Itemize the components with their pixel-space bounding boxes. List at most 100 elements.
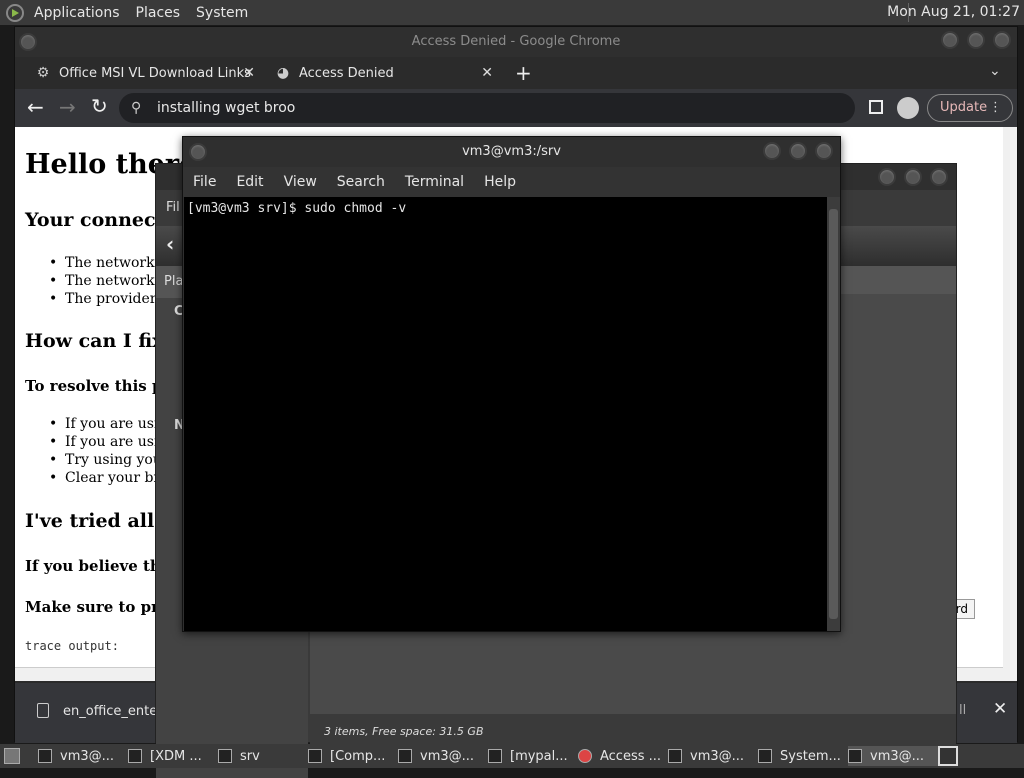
terminal-icon <box>38 749 52 763</box>
window-menu-button[interactable] <box>19 33 37 51</box>
believe-text: If you believe tha <box>25 557 171 575</box>
menu-help[interactable]: Help <box>474 174 526 190</box>
search-icon: ⚲ <box>131 100 142 116</box>
incognito-icon: ◕ <box>276 65 290 81</box>
menu-view[interactable]: View <box>274 174 327 190</box>
tab-office-msi[interactable]: ⚙ Office MSI VL Download Links ✕ <box>35 57 255 89</box>
clock[interactable]: Mon Aug 21, 01:27 <box>887 4 1020 20</box>
chrome-icon <box>578 749 592 763</box>
menu-file[interactable]: File <box>183 174 226 190</box>
tab-search-chevron-icon[interactable]: ⌄ <box>989 63 1001 79</box>
taskbar-item[interactable]: [mypal... <box>488 746 578 766</box>
fix-heading: How can I fix <box>25 330 164 352</box>
places-menu[interactable]: Places <box>128 5 189 21</box>
terminal-title: vm3@vm3:/srv <box>183 137 840 167</box>
list-item: Try using your <box>49 452 168 468</box>
folder-icon <box>218 749 232 763</box>
taskbar-label: [mypal... <box>510 748 568 764</box>
show-desktop-icon[interactable] <box>4 748 20 764</box>
list-item: The network y <box>49 273 167 289</box>
connect-heading: Your connect <box>25 209 165 231</box>
back-icon[interactable]: ‹ <box>166 232 174 256</box>
taskbar-item[interactable]: [Comp... <box>308 746 398 766</box>
tab-access-denied[interactable]: ◕ Access Denied ✕ <box>275 57 493 89</box>
mate-logo-icon[interactable] <box>6 3 24 22</box>
close-tab-icon[interactable]: ✕ <box>481 65 493 81</box>
fm-statusbar: 3 items, Free space: 31.5 GB <box>310 720 956 744</box>
xdm-icon <box>128 749 142 763</box>
taskbar-item[interactable]: System... <box>758 746 848 766</box>
back-icon[interactable]: ← <box>27 95 44 119</box>
toolbar: ← → ↻ ⚲ installing wget broo Update ⋮ <box>15 89 1017 127</box>
forward-icon[interactable]: → <box>59 95 76 119</box>
more-menu-icon[interactable]: ⋮ <box>989 95 1002 121</box>
terminal-scrollbar[interactable] <box>827 197 840 631</box>
list-item: The provider c <box>49 291 169 307</box>
sure-text: Make sure to pro <box>25 598 170 616</box>
fm-close-button[interactable] <box>930 168 948 186</box>
fm-maximize-button[interactable] <box>904 168 922 186</box>
taskbar-item[interactable]: Access ... <box>578 746 668 766</box>
tab-label: Office MSI VL Download Links <box>59 65 251 81</box>
terminal-icon <box>398 749 412 763</box>
maximize-button[interactable] <box>967 31 985 49</box>
scrollbar-thumb[interactable] <box>829 209 838 619</box>
close-tab-icon[interactable]: ✕ <box>243 65 255 81</box>
fm-menu[interactable]: Fil <box>166 200 180 215</box>
page-vertical-scrollbar[interactable] <box>1003 127 1017 681</box>
close-button[interactable] <box>993 31 1011 49</box>
show-all-button[interactable]: ll <box>959 703 966 718</box>
taskbar-item[interactable]: vm3@... <box>38 746 128 766</box>
taskbar-item[interactable]: vm3@... <box>398 746 488 766</box>
terminal-icon <box>668 749 682 763</box>
omnibox-text: installing wget broo <box>157 100 296 116</box>
workspace-switcher[interactable] <box>938 746 958 766</box>
chrome-title: Access Denied - Google Chrome <box>15 27 1017 57</box>
folder-icon <box>308 749 322 763</box>
terminal-window: vm3@vm3:/srv File Edit View Search Termi… <box>182 136 841 632</box>
applications-menu[interactable]: Applications <box>26 5 128 21</box>
terminal-minimize-button[interactable] <box>763 142 781 160</box>
terminal-maximize-button[interactable] <box>789 142 807 160</box>
terminal-body[interactable]: [vm3@vm3 srv]$ sudo chmod -v <box>184 197 827 631</box>
top-panel: Applications Places System Mon Aug 21, 0… <box>0 0 1024 25</box>
menu-edit[interactable]: Edit <box>226 174 273 190</box>
menu-search[interactable]: Search <box>327 174 395 190</box>
list-item: If you are usin <box>49 434 168 450</box>
places-label: Pla <box>164 274 184 289</box>
system-menu[interactable]: System <box>188 5 256 21</box>
terminal-close-button[interactable] <box>815 142 833 160</box>
minimize-button[interactable] <box>941 31 959 49</box>
new-tab-icon[interactable]: + <box>515 61 532 85</box>
taskbar-label: Access ... <box>600 748 662 764</box>
omnibox[interactable]: ⚲ installing wget broo <box>119 93 855 123</box>
taskbar-label: [Comp... <box>330 748 386 764</box>
taskbar-item[interactable]: [XDM ... <box>128 746 218 766</box>
mypal-icon <box>488 749 502 763</box>
list-item: If you are usin <box>49 416 168 432</box>
resolve-heading: To resolve this pr <box>25 377 171 395</box>
taskbar-item[interactable]: vm3@... <box>668 746 758 766</box>
taskbar-item-active[interactable]: vm3@... <box>848 746 938 766</box>
fm-minimize-button[interactable] <box>878 168 896 186</box>
terminal-window-menu-button[interactable] <box>189 143 207 161</box>
reload-icon[interactable]: ↻ <box>91 94 108 118</box>
taskbar-label: [XDM ... <box>150 748 202 764</box>
update-button[interactable]: Update ⋮ <box>927 94 1013 122</box>
close-shelf-icon[interactable]: ✕ <box>993 699 1007 719</box>
profile-avatar[interactable] <box>897 97 919 119</box>
file-icon <box>37 703 49 718</box>
taskbar: vm3@... [XDM ... srv [Comp... vm3@... [m… <box>0 744 1024 768</box>
terminal-prompt-line: [vm3@vm3 srv]$ sudo chmod -v <box>187 201 407 216</box>
taskbar-label: srv <box>240 748 260 764</box>
update-label: Update <box>940 100 988 115</box>
taskbar-label: System... <box>780 748 841 764</box>
download-filename[interactable]: en_office_ente <box>63 704 157 719</box>
taskbar-label: vm3@... <box>690 748 745 764</box>
reading-mode-icon[interactable] <box>869 100 883 114</box>
tab-strip: ⚙ Office MSI VL Download Links ✕ ◕ Acces… <box>15 57 1017 89</box>
taskbar-label: vm3@... <box>870 748 925 764</box>
menu-terminal[interactable]: Terminal <box>395 174 474 190</box>
tried-heading: I've tried all <box>25 510 155 532</box>
taskbar-item[interactable]: srv <box>218 746 308 766</box>
